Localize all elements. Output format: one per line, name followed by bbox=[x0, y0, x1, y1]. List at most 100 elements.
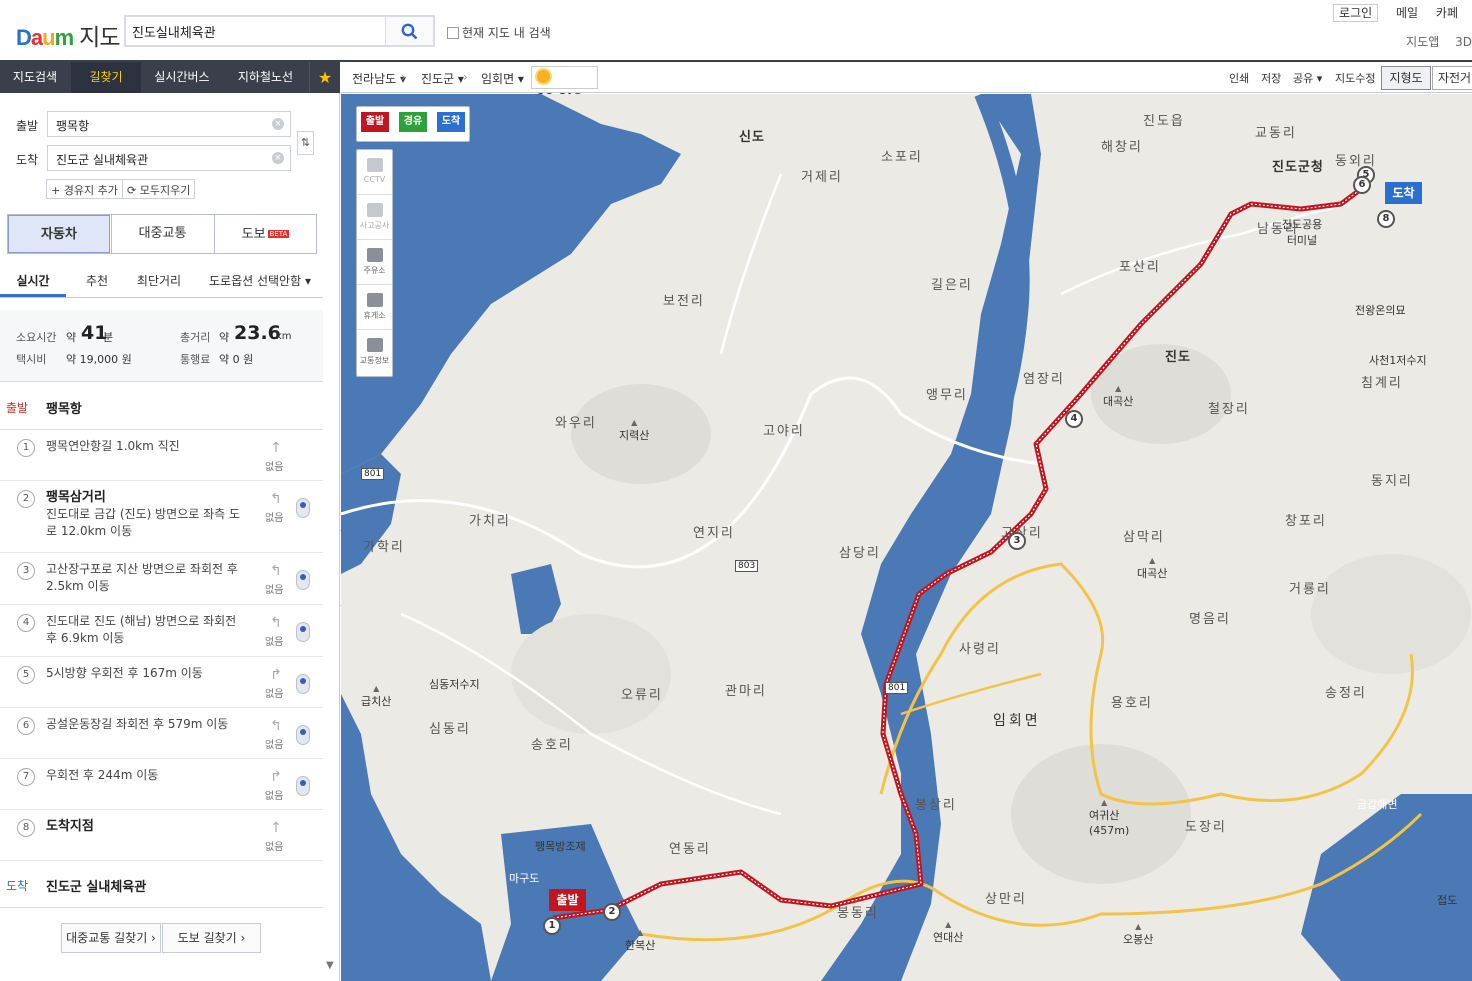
street-view-icon[interactable] bbox=[296, 725, 310, 745]
tab-recommend[interactable]: 추천 bbox=[66, 265, 128, 297]
route-point-marker[interactable]: 2 bbox=[603, 903, 621, 921]
route-end-row[interactable]: 도착 진도군 실내체육관 bbox=[0, 861, 323, 908]
rest-area-layer-button[interactable]: 휴게소 bbox=[357, 285, 392, 330]
clear-all-button[interactable]: ⟳ 모두지우기 bbox=[122, 179, 196, 199]
route-point-marker[interactable]: 8 bbox=[1377, 210, 1395, 228]
map-canvas[interactable]: 진도읍 진도군청 진도공용 터미널 교동리 동외리 해창리 소포리 거제리 남동… bbox=[341, 94, 1472, 981]
map-peak-label: 한복산 bbox=[625, 928, 655, 953]
street-view-icon[interactable] bbox=[296, 622, 310, 642]
tab-directions[interactable]: 길찾기 bbox=[71, 62, 141, 93]
end-field[interactable]: 진도군 실내체육관 × bbox=[47, 145, 291, 171]
transit-directions-button[interactable]: 대중교통 길찾기 › bbox=[61, 923, 161, 953]
tab-subway[interactable]: 지하철노선 bbox=[223, 62, 308, 93]
add-waypoint-button[interactable]: + 경유지 추가 bbox=[46, 179, 123, 199]
daum-logo[interactable]: Daum 지도 bbox=[16, 18, 120, 52]
turn-arrow-icon: ↑ bbox=[270, 820, 282, 836]
print-button[interactable]: 인쇄 bbox=[1229, 70, 1249, 86]
traffic-layer-button[interactable]: 교통정보 bbox=[357, 330, 392, 375]
search-input[interactable] bbox=[132, 21, 382, 41]
tab-shortest[interactable]: 최단거리 bbox=[128, 265, 190, 297]
mode-transit[interactable]: 대중교통 bbox=[111, 215, 213, 253]
tab-map-search[interactable]: 지도검색 bbox=[0, 62, 70, 93]
map-peak-label: 오봉산 bbox=[1123, 922, 1153, 947]
mode-car[interactable]: 자동차 bbox=[8, 215, 110, 253]
road-number-badge: 801 bbox=[885, 682, 909, 694]
gas-station-layer-button[interactable]: 주유소 bbox=[357, 240, 392, 285]
start-flag-icon[interactable]: 출발 bbox=[549, 889, 586, 911]
breadcrumb-county[interactable]: 진도군 ▾ bbox=[421, 70, 464, 87]
start-flag-button[interactable]: 출발 bbox=[361, 112, 389, 132]
road-option-dropdown[interactable]: 도로옵션 선택안함 ▾ bbox=[200, 265, 320, 297]
main-nav: 지도검색 길찾기 실시간버스 지하철노선 ★ bbox=[0, 62, 340, 93]
route-start-row[interactable]: 출발 팽목항 bbox=[0, 383, 323, 430]
route-step[interactable]: 2 팽목삼거리 진도대로 금갑 (진도) 방면으로 좌측 도로 12.0km 이동 ↰… bbox=[0, 481, 323, 553]
scroll-down-icon[interactable]: ▼ bbox=[326, 960, 334, 971]
3d-link[interactable]: 3D bbox=[1455, 35, 1472, 49]
weather-badge[interactable]: 19.8℃ bbox=[531, 66, 598, 105]
route-step[interactable]: 8 도착지점 ↑ 없음 bbox=[0, 810, 323, 861]
terrain-map-button[interactable]: 지형도 bbox=[1381, 66, 1431, 90]
street-view-icon[interactable] bbox=[296, 776, 310, 796]
map-peak-label: 연대산 bbox=[933, 920, 963, 945]
swap-icon[interactable]: ⇅ bbox=[297, 131, 314, 155]
map-label: 심동리 bbox=[429, 722, 471, 737]
mail-link[interactable]: 메일 bbox=[1396, 6, 1418, 20]
end-flag-button[interactable]: 도착 bbox=[437, 112, 465, 132]
street-view-icon[interactable] bbox=[296, 498, 310, 518]
step-text: 우회전 후 244m 이동 bbox=[46, 767, 251, 784]
waypoint-flag-button[interactable]: 경유 bbox=[399, 112, 427, 132]
route-point-marker[interactable]: 6 bbox=[1353, 176, 1371, 194]
breadcrumb-town[interactable]: 임회면 ▾ bbox=[481, 70, 524, 87]
route-point-marker[interactable]: 4 bbox=[1065, 410, 1083, 428]
street-view-icon[interactable] bbox=[296, 570, 310, 590]
map-app-link[interactable]: 지도앱 bbox=[1406, 35, 1439, 49]
step-none-label: 없음 bbox=[265, 842, 284, 853]
map-label: 와우리 bbox=[555, 416, 597, 431]
save-button[interactable]: 저장 bbox=[1261, 70, 1281, 86]
route-point-marker[interactable]: 3 bbox=[1008, 532, 1026, 550]
gas-pump-icon bbox=[366, 248, 383, 262]
end-flag-icon[interactable]: 도착 bbox=[1385, 182, 1422, 204]
route-step[interactable]: 1 팽목연안항길 1.0km 직진 ↑ 없음 bbox=[0, 430, 323, 481]
map-label: 임회면 bbox=[993, 713, 1041, 729]
map-label: 연지리 bbox=[693, 526, 735, 541]
bicycle-map-button[interactable]: 자전거 bbox=[1432, 66, 1472, 90]
route-step[interactable]: 7 우회전 후 244m 이동 ↱ 없음 bbox=[0, 759, 323, 810]
favorite-star-icon[interactable]: ★ bbox=[309, 62, 340, 93]
search-button[interactable] bbox=[385, 17, 433, 45]
mode-walk[interactable]: 도보 BETA bbox=[214, 215, 316, 253]
clear-end-icon[interactable]: × bbox=[272, 152, 284, 164]
breadcrumb-province[interactable]: 전라남도 ▾ bbox=[352, 70, 406, 87]
walk-directions-button[interactable]: 도보 길찾기 › bbox=[162, 923, 261, 953]
tool-label: 휴게소 bbox=[363, 311, 386, 320]
map-label: 해창리 bbox=[1101, 140, 1143, 155]
route-step[interactable]: 6 공설운동장길 좌회전 후 579m 이동 ↰ 없음 bbox=[0, 708, 323, 759]
map-label: 도장리 bbox=[1185, 820, 1227, 835]
cafe-link[interactable]: 카페 bbox=[1436, 6, 1458, 20]
start-tag: 출발 bbox=[6, 401, 29, 415]
street-view-icon[interactable] bbox=[296, 674, 310, 694]
accident-layer-button[interactable]: 사고공사 bbox=[357, 195, 392, 240]
step-text: 고산장구포로 지산 방면으로 좌회전 후 2.5km 이동 bbox=[46, 561, 251, 595]
route-step[interactable]: 4 진도대로 진도 (해남) 방면으로 좌회전 후 6.9km 이동 ↰ 없음 bbox=[0, 605, 323, 657]
clear-start-icon[interactable]: × bbox=[272, 118, 284, 130]
route-point-marker[interactable]: 1 bbox=[543, 917, 561, 935]
route-step[interactable]: 5 5시방향 우회전 후 167m 이동 ↱ 없음 bbox=[0, 657, 323, 708]
map-label: 진도읍 bbox=[1143, 114, 1185, 129]
map-label: 명음리 bbox=[1189, 612, 1231, 627]
tab-realtime[interactable]: 실시간 bbox=[0, 265, 66, 297]
cctv-layer-button[interactable]: CCTV bbox=[357, 150, 392, 195]
breadcrumb-separator: › bbox=[463, 70, 468, 84]
map-peak-label: 급치산 bbox=[361, 684, 391, 709]
tab-realtime-bus[interactable]: 실시간버스 bbox=[142, 62, 222, 93]
share-button[interactable]: 공유 ▾ bbox=[1293, 70, 1322, 86]
search-in-map-checkbox[interactable]: 현재 지도 내 검색 bbox=[447, 24, 551, 41]
tool-label: 사고공사 bbox=[359, 221, 390, 230]
edit-map-button[interactable]: 지도수정 bbox=[1335, 70, 1375, 86]
start-field[interactable]: 팽목항 × bbox=[47, 111, 291, 137]
step-number: 4 bbox=[17, 614, 35, 632]
route-step[interactable]: 3 고산장구포로 지산 방면으로 좌회전 후 2.5km 이동 ↰ 없음 bbox=[0, 553, 323, 605]
tool-label: 주유소 bbox=[363, 266, 386, 275]
login-link[interactable]: 로그인 bbox=[1333, 4, 1379, 22]
map-label: 교동리 bbox=[1255, 126, 1297, 141]
